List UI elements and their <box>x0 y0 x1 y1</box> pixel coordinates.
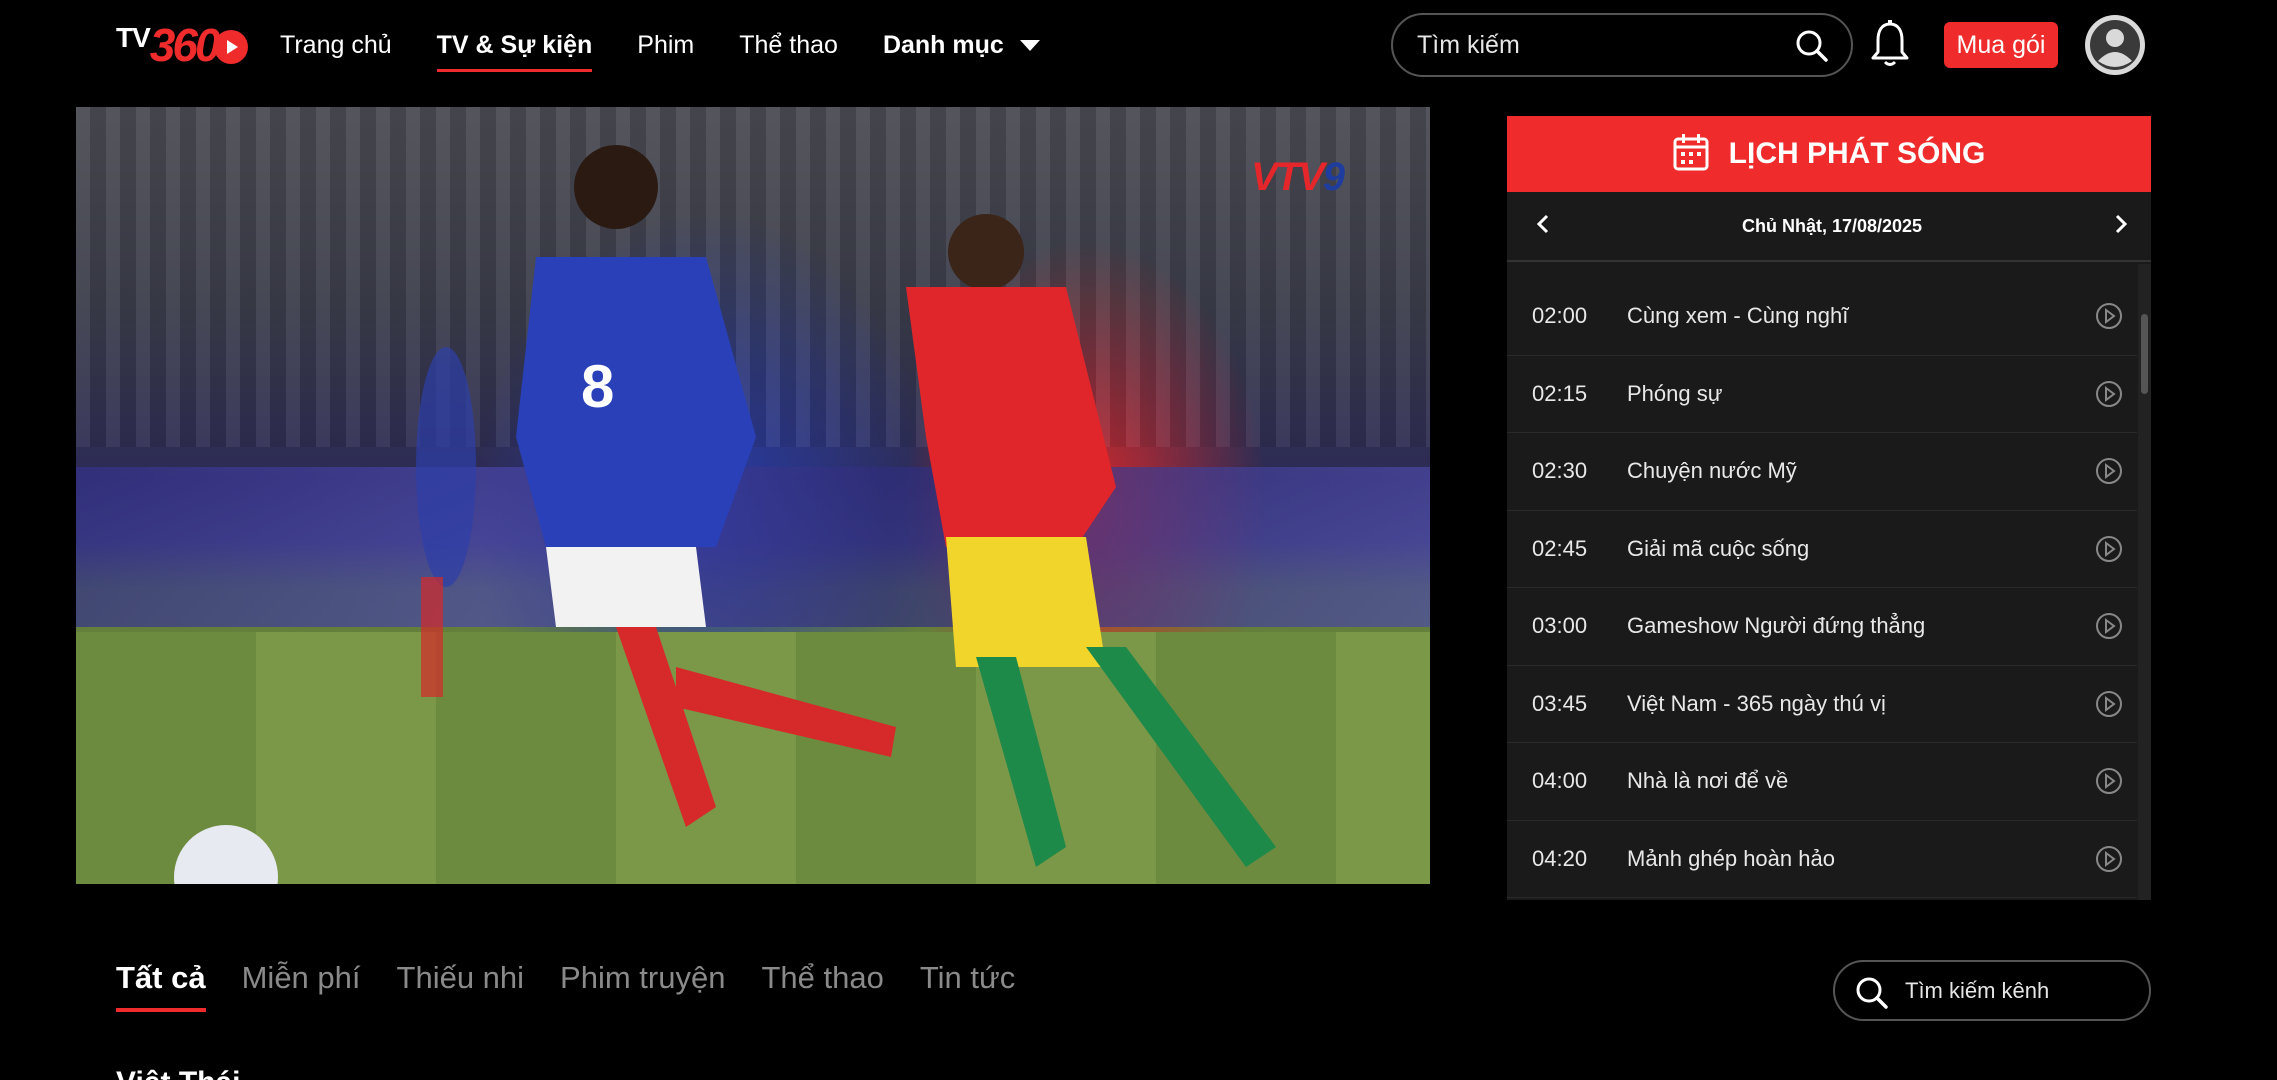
channel-search-input[interactable] <box>1905 962 2135 1019</box>
schedule-row[interactable]: 02:30 Chuyện nước Mỹ <box>1507 433 2137 511</box>
chevron-right-icon[interactable] <box>2111 213 2131 240</box>
video-player[interactable]: 8 VTV9 <box>76 107 1430 884</box>
nav-item-categories-label: Danh mục <box>882 30 1004 59</box>
schedule-row[interactable]: 02:15 Phóng sự <box>1507 356 2137 433</box>
channel-logo-number-text: 9 <box>1322 155 1345 199</box>
nav-item-sports[interactable]: Thể thao <box>739 0 838 90</box>
play-circle-icon[interactable] <box>2081 457 2137 485</box>
nav-item-home[interactable]: Trang chủ <box>280 0 392 90</box>
broadcast-schedule-panel: LỊCH PHÁT SÓNG Chủ Nhật, 17/08/2025 02:0… <box>1507 116 2151 900</box>
program-time: 04:20 <box>1532 845 1588 871</box>
play-circle-icon[interactable] <box>2081 845 2137 873</box>
nav-item-categories-dropdown[interactable]: Danh mục <box>883 0 1040 90</box>
search-input[interactable] <box>1417 15 1777 75</box>
channel-search-box <box>1833 960 2151 1021</box>
chevron-left-icon[interactable] <box>1533 213 1553 240</box>
section-title: Việt Thái <box>116 1068 316 1080</box>
tab-news[interactable]: Tin tức <box>920 960 1015 1008</box>
svg-text:8: 8 <box>581 353 614 420</box>
tv360-logo[interactable]: TV 360 <box>116 18 248 68</box>
program-time: 03:45 <box>1532 690 1588 716</box>
main-nav: Trang chủ TV & Sự kiện Phim Thể thao Dan… <box>280 0 1085 90</box>
schedule-row[interactable]: 03:00 Gameshow Người đứng thẳng <box>1507 588 2137 666</box>
program-name: Việt Nam - 365 ngày thú vị <box>1627 690 1886 716</box>
tab-sports[interactable]: Thể thao <box>761 960 883 1008</box>
schedule-list: 02:00 Cùng xem - Cùng nghĩ 02:15 Phóng s… <box>1507 264 2137 900</box>
schedule-row[interactable]: 03:45 Việt Nam - 365 ngày thú vị <box>1507 666 2137 743</box>
players-illustration: 8 <box>174 145 1276 884</box>
schedule-scrollbar[interactable] <box>2138 264 2151 900</box>
schedule-date: Chủ Nhật, 17/08/2025 <box>1741 215 1923 236</box>
program-name: Chuyện nước Mỹ <box>1627 458 1797 484</box>
program-time: 02:45 <box>1532 535 1588 561</box>
tab-kids[interactable]: Thiếu nhi <box>397 960 525 1008</box>
play-circle-icon[interactable] <box>2081 380 2137 408</box>
program-time: 02:30 <box>1532 458 1588 484</box>
search-box <box>1391 13 1853 77</box>
program-name: Nhà là nơi để về <box>1627 768 1789 794</box>
user-avatar-icon[interactable] <box>2085 15 2145 75</box>
notification-bell-icon[interactable] <box>1870 20 1910 68</box>
play-circle-icon[interactable] <box>2081 302 2137 330</box>
logo-play-icon <box>213 30 248 64</box>
channel-category-tabs: Tất cả Miễn phí Thiếu nhi Phim truyện Th… <box>116 960 1015 1012</box>
schedule-title: LỊCH PHÁT SÓNG <box>1728 137 1986 170</box>
channel-logo-vtv9: VTV9 <box>1251 155 1345 200</box>
nav-item-movies[interactable]: Phim <box>637 0 694 90</box>
schedule-row[interactable]: 04:20 Mảnh ghép hoàn hảo <box>1507 821 2137 898</box>
program-name: Gameshow Người đứng thẳng <box>1627 613 1926 639</box>
schedule-row[interactable]: 04:00 Nhà là nơi để về <box>1507 743 2137 821</box>
play-circle-icon[interactable] <box>2081 612 2137 640</box>
logo-360-text: 360 <box>149 19 221 71</box>
logo-tv-text: TV <box>116 22 151 53</box>
nav-item-tv-events[interactable]: TV & Sự kiện <box>436 0 592 90</box>
tab-free[interactable]: Miễn phí <box>242 960 361 1008</box>
play-circle-icon[interactable] <box>2081 690 2137 718</box>
play-circle-icon[interactable] <box>2081 535 2137 563</box>
buy-package-button[interactable]: Mua gói <box>1944 22 2058 68</box>
schedule-row[interactable]: 02:00 Cùng xem - Cùng nghĩ <box>1507 278 2137 356</box>
program-time: 02:00 <box>1532 303 1588 329</box>
program-time: 02:15 <box>1532 380 1588 406</box>
top-navigation-bar: TV 360 Trang chủ TV & Sự kiện Phim Thể t… <box>0 0 2277 90</box>
program-name: Giải mã cuộc sống <box>1627 535 1810 561</box>
search-icon[interactable] <box>1855 976 1889 1015</box>
calendar-icon <box>1673 133 1709 176</box>
search-icon[interactable] <box>1795 29 1829 68</box>
caret-down-icon <box>1019 39 1040 51</box>
scrollbar-thumb[interactable] <box>2141 314 2148 394</box>
tab-all[interactable]: Tất cả <box>116 960 206 1012</box>
channel-logo-vtv-text: VTV <box>1251 155 1325 199</box>
program-name: Mảnh ghép hoàn hảo <box>1627 845 1835 871</box>
program-time: 03:00 <box>1532 613 1588 639</box>
program-time: 04:00 <box>1532 768 1588 794</box>
schedule-row[interactable]: 02:45 Giải mã cuộc sống <box>1507 511 2137 588</box>
section-title-text: Việt Thái <box>116 1068 316 1080</box>
program-name: Phóng sự <box>1627 380 1723 406</box>
schedule-date-navigator: Chủ Nhật, 17/08/2025 <box>1507 192 2151 262</box>
play-circle-icon[interactable] <box>2081 767 2137 795</box>
schedule-header: LỊCH PHÁT SÓNG <box>1507 116 2151 192</box>
tab-series[interactable]: Phim truyện <box>560 960 725 1008</box>
program-name: Cùng xem - Cùng nghĩ <box>1627 303 1849 329</box>
